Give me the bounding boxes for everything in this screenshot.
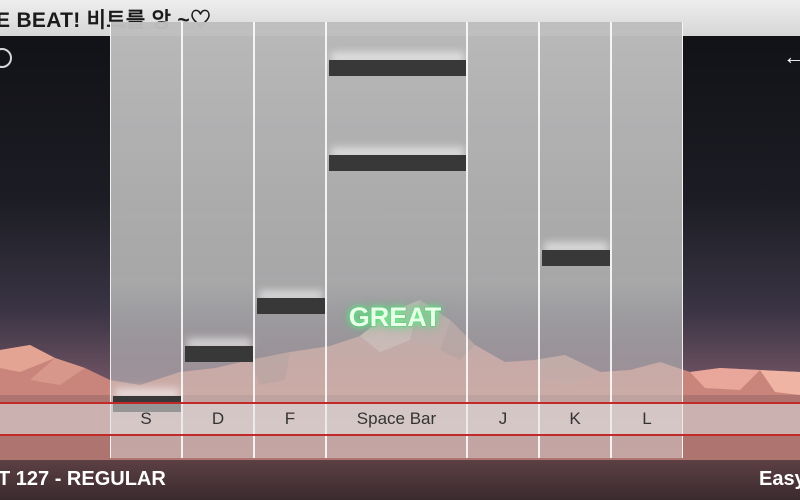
bpm-mode-label: T 127 - REGULAR [0,468,166,490]
key-label-l: L [642,409,652,428]
key-label-s: S [140,409,152,428]
key-label-space-bar: Space Bar [356,409,437,428]
lane-d [182,22,254,458]
lane-space-bar [326,22,467,458]
note [185,346,253,362]
note [329,60,466,76]
key-label-k: K [569,409,581,428]
difficulty-label: Easy [759,468,800,490]
lane-j [467,22,539,458]
note [542,250,610,266]
lane-l [611,22,683,458]
key-label-f: F [284,409,296,428]
back-arrow-icon[interactable]: ← [783,46,800,68]
key-label-j: J [498,409,508,428]
lane-k [539,22,611,458]
key-label-d: D [211,409,225,428]
note [329,155,466,171]
lane-f [254,22,326,458]
note [257,298,325,314]
lane-s [110,22,182,458]
judgement-text: GREAT [348,302,442,332]
